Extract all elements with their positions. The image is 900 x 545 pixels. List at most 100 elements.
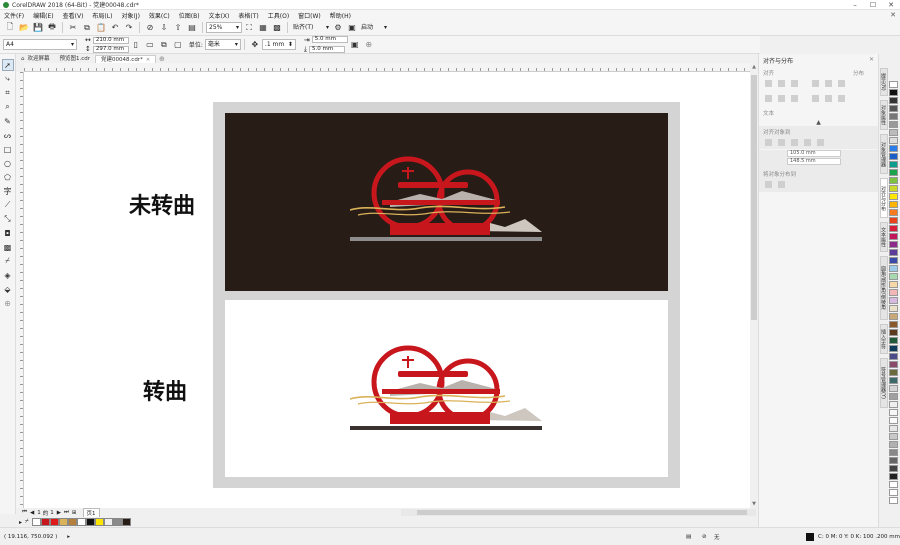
palette-swatch[interactable] bbox=[889, 289, 898, 296]
palette-swatch[interactable] bbox=[889, 129, 898, 136]
vertical-scrollbar[interactable]: ▲ ▼ bbox=[750, 63, 758, 508]
fill-indicator-icon[interactable]: ▤ bbox=[686, 534, 691, 540]
palette-swatch[interactable] bbox=[889, 337, 898, 344]
selection-extent-icon[interactable] bbox=[765, 181, 772, 188]
pick-tool-icon[interactable]: ➚ bbox=[1, 59, 14, 71]
palette-swatch[interactable] bbox=[889, 473, 898, 480]
add-icon[interactable]: ⊕ bbox=[364, 40, 374, 50]
vertical-scroll-thumb[interactable] bbox=[751, 75, 757, 320]
palette-swatch[interactable] bbox=[889, 329, 898, 336]
next-page-icon[interactable]: ▶ bbox=[57, 510, 61, 516]
palette-swatch[interactable] bbox=[889, 89, 898, 96]
swatch-gray[interactable] bbox=[112, 518, 122, 526]
horizontal-scroll-thumb[interactable] bbox=[417, 510, 747, 515]
parallel-dimension-icon[interactable]: ⟋ bbox=[2, 199, 14, 211]
palette-swatch[interactable] bbox=[889, 201, 898, 208]
drop-shadow-icon[interactable]: ◘ bbox=[2, 227, 14, 239]
palette-swatch[interactable] bbox=[889, 345, 898, 352]
swatch-dark-brown[interactable] bbox=[121, 518, 131, 526]
tab-align-distribute[interactable]: 对齐与分布 bbox=[880, 178, 888, 218]
palette-swatch[interactable] bbox=[889, 161, 898, 168]
menu-text[interactable]: 文本(X) bbox=[209, 11, 230, 20]
distribute-center-icon[interactable] bbox=[825, 80, 832, 87]
align-bottom-icon[interactable] bbox=[791, 95, 798, 102]
new-document-icon[interactable]: 🗋 bbox=[5, 22, 15, 33]
freehand-tool-icon[interactable]: ✎ bbox=[2, 115, 14, 127]
palette-swatch[interactable] bbox=[889, 313, 898, 320]
palette-swatch[interactable] bbox=[889, 417, 898, 424]
rectangle-tool-icon[interactable]: □ bbox=[2, 143, 14, 155]
full-screen-icon[interactable]: ⛶ bbox=[244, 23, 254, 33]
palette-swatch[interactable] bbox=[889, 457, 898, 464]
grid-icon[interactable] bbox=[804, 139, 811, 146]
menu-view[interactable]: 查看(V) bbox=[63, 11, 84, 20]
menu-file[interactable]: 文件(F) bbox=[4, 11, 24, 20]
distribute-top-icon[interactable] bbox=[812, 95, 819, 102]
document-page[interactable]: 未转曲 转曲 bbox=[129, 102, 680, 488]
color-eyedropper-icon[interactable]: ⌿ bbox=[2, 255, 14, 267]
tab-hints[interactable]: 提示(N) bbox=[880, 68, 888, 96]
menu-window[interactable]: 窗口(W) bbox=[298, 11, 321, 20]
current-page-icon[interactable]: ▢ bbox=[173, 40, 183, 50]
tab-object-properties[interactable]: 对象属性 bbox=[880, 100, 888, 130]
units-select[interactable]: 毫米 ▾ bbox=[204, 39, 241, 50]
palette-arrow-icon[interactable]: ▸ bbox=[19, 519, 22, 526]
palette-swatch[interactable] bbox=[889, 369, 898, 376]
export-icon[interactable]: ⇧ bbox=[173, 23, 183, 33]
add-tool-icon[interactable]: ⊕ bbox=[2, 297, 14, 309]
palette-swatch[interactable] bbox=[889, 409, 898, 416]
palette-swatch[interactable] bbox=[889, 233, 898, 240]
redo-icon[interactable]: ↷ bbox=[124, 23, 134, 33]
new-tab-icon[interactable]: ⊕ bbox=[159, 55, 165, 63]
copy-icon[interactable]: ⧉ bbox=[82, 23, 92, 33]
tab-text-properties[interactable]: 文本属性 bbox=[880, 222, 888, 252]
palette-swatch[interactable] bbox=[889, 449, 898, 456]
page-width-field[interactable]: 210.0 mm bbox=[92, 36, 129, 44]
smart-fill-icon[interactable]: ⬙ bbox=[2, 283, 14, 295]
artistic-media-icon[interactable]: ᔕ bbox=[2, 129, 14, 141]
first-page-icon[interactable]: ⏮ bbox=[22, 509, 27, 516]
menu-effects[interactable]: 效果(C) bbox=[149, 11, 170, 20]
add-page-icon[interactable]: ⊞ bbox=[72, 510, 77, 516]
palette-swatch[interactable] bbox=[889, 401, 898, 408]
horizontal-scrollbar[interactable] bbox=[401, 509, 756, 516]
align-center-v-icon[interactable] bbox=[778, 95, 785, 102]
palette-swatch[interactable] bbox=[889, 169, 898, 176]
palette-swatch[interactable] bbox=[889, 113, 898, 120]
page-tab-1[interactable]: 页1 bbox=[82, 507, 100, 518]
palette-swatch[interactable] bbox=[889, 481, 898, 488]
tab-symbol-manager[interactable]: 符号管理器(Y) bbox=[880, 358, 888, 408]
swatch-yellow[interactable] bbox=[94, 518, 104, 526]
active-objects-icon[interactable] bbox=[765, 139, 772, 146]
menu-table[interactable]: 表格(T) bbox=[238, 11, 258, 20]
snap-to-dropdown[interactable]: 贴齐(T) ▾ bbox=[291, 22, 331, 33]
swatch-bronze[interactable] bbox=[67, 518, 77, 526]
zoom-tool-icon[interactable]: ⌕ bbox=[2, 101, 14, 113]
palette-swatch[interactable] bbox=[889, 217, 898, 224]
application-launcher-icon[interactable]: ▣ bbox=[347, 23, 357, 33]
palette-swatch[interactable] bbox=[889, 361, 898, 368]
palette-swatch[interactable] bbox=[889, 425, 898, 432]
outline-color-swatch[interactable] bbox=[806, 532, 814, 541]
palette-swatch[interactable] bbox=[889, 121, 898, 128]
search-content-icon[interactable]: ⊘ bbox=[145, 23, 155, 33]
palette-swatch[interactable] bbox=[889, 321, 898, 328]
eyedropper-icon[interactable]: ⌿ bbox=[25, 518, 29, 526]
palette-swatch[interactable] bbox=[889, 265, 898, 272]
minimize-button[interactable]: – bbox=[846, 0, 864, 10]
transparency-tool-icon[interactable]: ▩ bbox=[2, 241, 14, 253]
prev-page-icon[interactable]: ◀ bbox=[30, 510, 34, 516]
distribute-middle-icon[interactable] bbox=[825, 95, 832, 102]
show-grid-icon[interactable]: ▩ bbox=[272, 23, 282, 33]
menu-close-doc-icon[interactable]: ✕ bbox=[890, 11, 896, 19]
options-gear-icon[interactable]: ⚙ bbox=[333, 23, 343, 33]
heart-circle-sign-converted[interactable] bbox=[350, 344, 545, 434]
tab-welcome[interactable]: ⌂ 欢迎屏幕 bbox=[16, 55, 55, 63]
tab-insert-character[interactable]: 插入字符 bbox=[880, 324, 888, 354]
palette-swatch[interactable] bbox=[889, 145, 898, 152]
shape-tool-icon[interactable]: ⤷ bbox=[2, 73, 14, 85]
palette-swatch[interactable] bbox=[889, 377, 898, 384]
tab-object-manager[interactable]: 对象管理器 bbox=[880, 134, 888, 174]
page-height-field[interactable]: 297.0 mm bbox=[92, 45, 129, 53]
menu-edit[interactable]: 编辑(E) bbox=[33, 11, 53, 20]
